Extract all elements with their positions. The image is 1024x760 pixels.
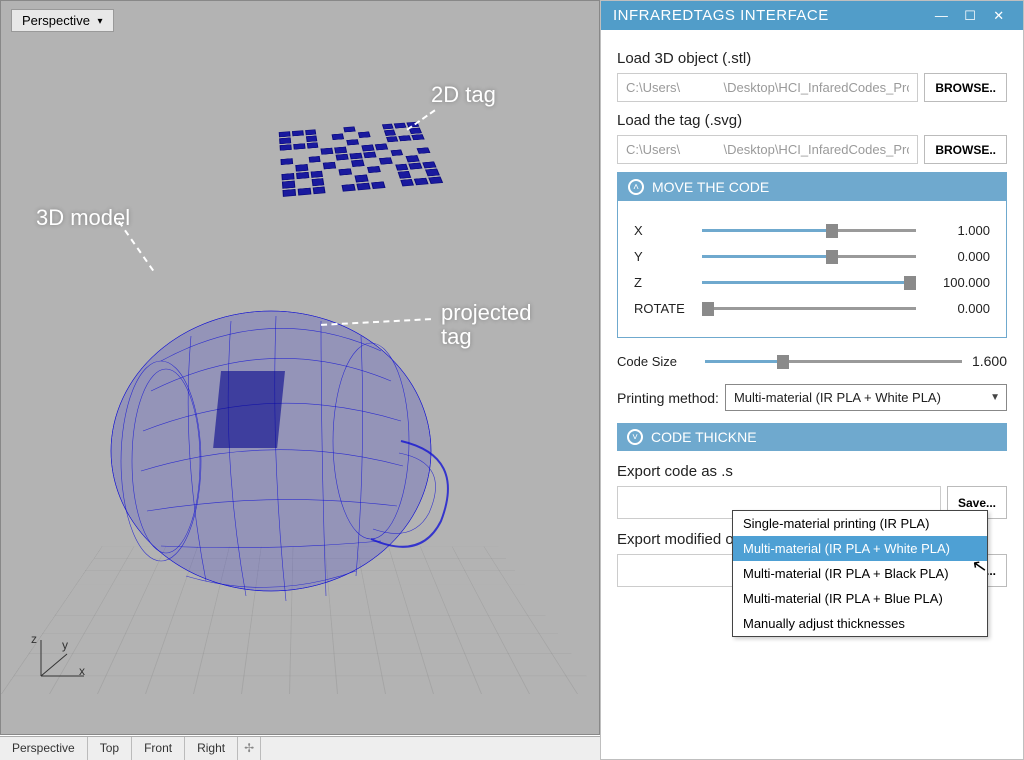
slider-x-label: X bbox=[634, 223, 692, 238]
option-single-material[interactable]: Single-material printing (IR PLA) bbox=[733, 511, 987, 536]
minimize-icon[interactable]: — bbox=[930, 8, 954, 23]
option-multi-white[interactable]: Multi-material (IR PLA + White PLA) bbox=[733, 536, 987, 561]
slider-rotate-label: ROTATE bbox=[634, 301, 692, 316]
tab-right[interactable]: Right bbox=[185, 737, 238, 760]
model-3d-mug bbox=[71, 281, 471, 621]
tab-perspective[interactable]: Perspective bbox=[0, 737, 88, 760]
viewport-mode-label: Perspective bbox=[22, 13, 90, 28]
slider-codesize-value: 1.600 bbox=[972, 353, 1007, 369]
browse-stl-button[interactable]: BROWSE.. bbox=[924, 73, 1007, 102]
label-load-stl: Load 3D object (.stl) bbox=[617, 50, 1007, 67]
chevron-down-icon: ▾ bbox=[98, 16, 103, 27]
input-svg-path[interactable] bbox=[617, 135, 918, 164]
slider-codesize-label: Code Size bbox=[617, 354, 695, 369]
option-multi-black[interactable]: Multi-material (IR PLA + Black PLA) bbox=[733, 561, 987, 586]
chevron-down-icon: ˅ bbox=[627, 429, 643, 445]
slider-x-value: 1.000 bbox=[926, 223, 990, 238]
tab-top[interactable]: Top bbox=[88, 737, 132, 760]
slider-rotate-value: 0.000 bbox=[926, 301, 990, 316]
accordion-move-head[interactable]: ˄ MOVE THE CODE bbox=[618, 173, 1006, 201]
tab-front[interactable]: Front bbox=[132, 737, 185, 760]
option-manual[interactable]: Manually adjust thicknesses bbox=[733, 611, 987, 636]
label-printing-method: Printing method: bbox=[617, 390, 719, 406]
input-stl-path[interactable] bbox=[617, 73, 918, 102]
viewport-mode-dropdown[interactable]: Perspective ▾ bbox=[11, 9, 114, 32]
accordion-move-code: ˄ MOVE THE CODE X 1.000 Y 0.000 Z 100.00 bbox=[617, 172, 1007, 338]
select-printing-value: Multi-material (IR PLA + White PLA) bbox=[734, 390, 941, 405]
dropdown-printing-options[interactable]: Single-material printing (IR PLA) Multi-… bbox=[732, 510, 988, 637]
slider-z[interactable] bbox=[702, 273, 916, 291]
viewport-3d[interactable]: Perspective ▾ bbox=[0, 0, 600, 735]
browse-svg-button[interactable]: BROWSE.. bbox=[924, 135, 1007, 164]
annotation-2d-tag: 2D tag bbox=[431, 83, 496, 107]
slider-y-value: 0.000 bbox=[926, 249, 990, 264]
close-icon[interactable]: ✕ bbox=[987, 8, 1011, 24]
label-export-code: Export code as .s bbox=[617, 463, 1007, 480]
axis-gizmo: x y z bbox=[29, 636, 89, 689]
tab-add[interactable]: ✢ bbox=[238, 737, 261, 760]
annotation-3d-model: 3D model bbox=[36, 206, 130, 230]
slider-codesize[interactable] bbox=[705, 352, 962, 370]
annotation-projected-tag: projectedtag bbox=[441, 301, 532, 349]
panel-infraredtags: INFRAREDTAGS INTERFACE — ☐ ✕ Load 3D obj… bbox=[600, 0, 1024, 760]
slider-z-label: Z bbox=[634, 275, 692, 290]
caret-down-icon: ▼ bbox=[990, 392, 1000, 403]
panel-titlebar: INFRAREDTAGS INTERFACE — ☐ ✕ bbox=[601, 1, 1023, 30]
maximize-icon[interactable]: ☐ bbox=[958, 8, 982, 24]
label-load-svg: Load the tag (.svg) bbox=[617, 112, 1007, 129]
accordion-thickness-label: CODE THICKNE bbox=[651, 429, 757, 445]
slider-rotate[interactable] bbox=[702, 299, 916, 317]
slider-y-label: Y bbox=[634, 249, 692, 264]
accordion-move-label: MOVE THE CODE bbox=[652, 179, 769, 195]
tag-2d bbox=[279, 122, 443, 197]
leader-line bbox=[407, 109, 436, 130]
slider-y[interactable] bbox=[702, 247, 916, 265]
slider-z-value: 100.000 bbox=[926, 275, 990, 290]
accordion-thickness-head[interactable]: ˅ CODE THICKNE bbox=[617, 423, 1007, 451]
panel-title: INFRAREDTAGS INTERFACE bbox=[613, 7, 829, 24]
leader-line bbox=[118, 221, 154, 271]
select-printing-method[interactable]: Multi-material (IR PLA + White PLA) ▼ bbox=[725, 384, 1007, 411]
accordion-thickness: ˅ CODE THICKNE bbox=[617, 423, 1007, 451]
slider-x[interactable] bbox=[702, 221, 916, 239]
chevron-up-icon: ˄ bbox=[628, 179, 644, 195]
option-multi-blue[interactable]: Multi-material (IR PLA + Blue PLA) bbox=[733, 586, 987, 611]
viewport-tabs: Perspective Top Front Right ✢ bbox=[0, 736, 600, 760]
